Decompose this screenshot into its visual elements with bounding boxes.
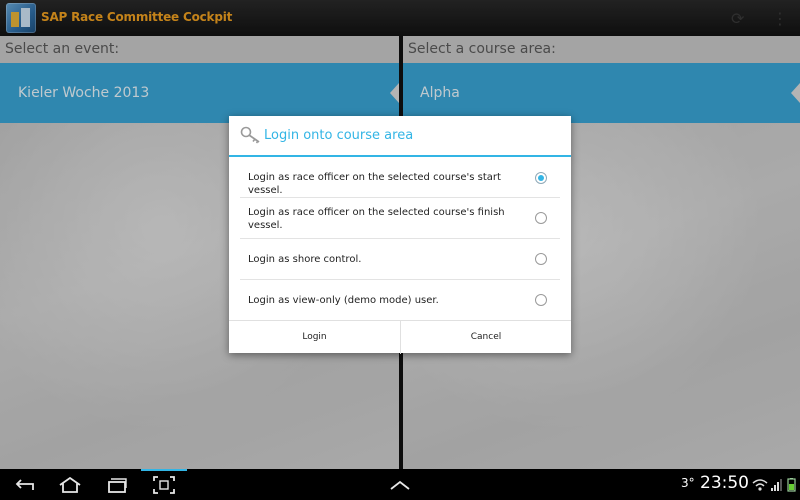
option-finish-vessel[interactable]: Login as race officer on the selected co… [240, 198, 560, 239]
screenshot-icon[interactable] [144, 469, 184, 500]
login-button[interactable]: Login [229, 321, 401, 354]
home-icon[interactable] [50, 469, 90, 500]
system-bar: 3° 23:50 [0, 469, 800, 500]
cancel-button[interactable]: Cancel [401, 321, 571, 354]
temperature-readout: 3° [681, 476, 695, 490]
back-icon[interactable] [4, 469, 44, 500]
login-options-list: Login as race officer on the selected co… [229, 157, 571, 321]
dialog-button-bar: Login Cancel [229, 320, 571, 354]
status-icons [752, 477, 798, 497]
key-icon [240, 126, 260, 144]
option-view-only[interactable]: Login as view-only (demo mode) user. [240, 280, 560, 321]
radio-start-vessel[interactable] [535, 172, 547, 184]
option-start-vessel[interactable]: Login as race officer on the selected co… [240, 157, 560, 198]
radio-finish-vessel[interactable] [535, 212, 547, 224]
dialog-title: Login onto course area [264, 128, 414, 143]
login-dialog: Login onto course area Login as race off… [229, 116, 571, 354]
option-shore-control[interactable]: Login as shore control. [240, 239, 560, 280]
signal-icon [771, 479, 782, 491]
battery-icon [787, 478, 796, 492]
clock: 23:50 [700, 473, 749, 493]
option-label: Login as race officer on the selected co… [248, 172, 501, 196]
dialog-title-bar: Login onto course area [229, 116, 571, 157]
radio-shore-control[interactable] [535, 253, 547, 265]
option-label: Login as shore control. [248, 254, 362, 265]
option-label: Login as view-only (demo mode) user. [248, 295, 439, 306]
chevron-up-icon[interactable] [380, 469, 420, 500]
recent-apps-icon[interactable] [97, 469, 137, 500]
option-label: Login as race officer on the selected co… [248, 207, 505, 231]
radio-view-only[interactable] [535, 294, 547, 306]
wifi-icon [752, 479, 768, 491]
